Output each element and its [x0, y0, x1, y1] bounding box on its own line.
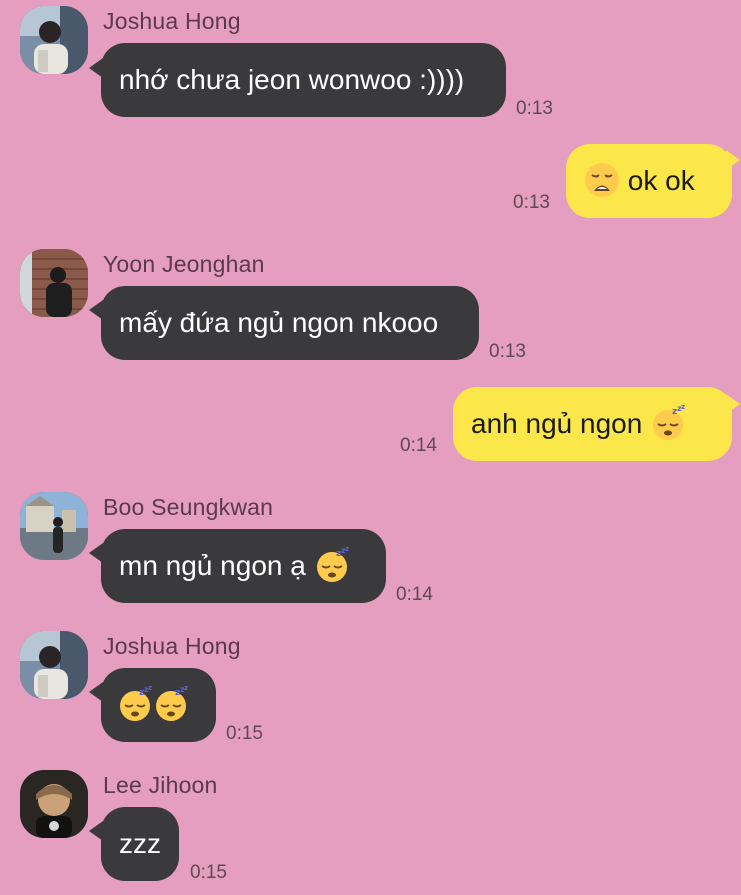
sender-name: Joshua Hong	[103, 633, 241, 659]
message-bubble-outgoing[interactable]: ok ok	[566, 144, 732, 218]
sleeping-face-icon: z z z	[153, 686, 189, 722]
message-text: zzz	[119, 828, 161, 859]
message-bubble[interactable]: zzz	[101, 807, 179, 881]
avatar-boo-seungkwan[interactable]	[20, 492, 88, 560]
message-bubble[interactable]: mấy đứa ngủ ngon nkooo	[101, 286, 479, 360]
bubble-tail	[726, 150, 740, 170]
avatar-joshua-hong[interactable]	[20, 631, 88, 699]
weary-face-icon	[584, 162, 620, 198]
message-time: 0:13	[489, 341, 526, 362]
message-text: ok ok	[627, 165, 695, 196]
message-bubble[interactable]: z z z z z z	[101, 668, 216, 742]
message-time: 0:15	[190, 862, 227, 883]
message-text: nhớ chưa jeon wonwoo :))))	[119, 64, 465, 95]
svg-text:z: z	[184, 686, 188, 692]
message-text: mấy đứa ngủ ngon nkooo	[119, 307, 439, 338]
message-time: 0:13	[513, 192, 550, 213]
svg-text:z: z	[148, 686, 152, 692]
message-time: 0:13	[516, 98, 553, 119]
message-bubble-outgoing[interactable]: anh ngủ ngon z z z	[453, 387, 732, 461]
sender-name: Lee Jihoon	[103, 772, 218, 798]
message-time: 0:14	[396, 584, 433, 605]
message-text: anh ngủ ngon	[471, 408, 643, 439]
sleeping-face-icon: z z z	[314, 547, 350, 583]
sender-name: Yoon Jeonghan	[103, 251, 265, 277]
avatar-lee-jihoon[interactable]	[20, 770, 88, 838]
sender-name: Boo Seungkwan	[103, 494, 274, 520]
message-time: 0:15	[226, 723, 263, 744]
avatar-yoon-jeonghan[interactable]	[20, 249, 88, 317]
avatar-joshua-hong[interactable]	[20, 6, 88, 74]
svg-text:z: z	[345, 547, 349, 553]
message-text: mn ngủ ngon ạ	[119, 550, 306, 581]
sleeping-face-icon: z z z	[650, 405, 686, 441]
message-bubble[interactable]: mn ngủ ngon ạ z z z	[101, 529, 386, 603]
message-time: 0:14	[400, 435, 437, 456]
message-bubble[interactable]: nhớ chưa jeon wonwoo :))))	[101, 43, 506, 117]
svg-text:z: z	[681, 405, 685, 411]
sender-name: Joshua Hong	[103, 8, 241, 34]
sleeping-face-icon: z z z	[117, 686, 153, 722]
bubble-tail	[726, 394, 740, 414]
